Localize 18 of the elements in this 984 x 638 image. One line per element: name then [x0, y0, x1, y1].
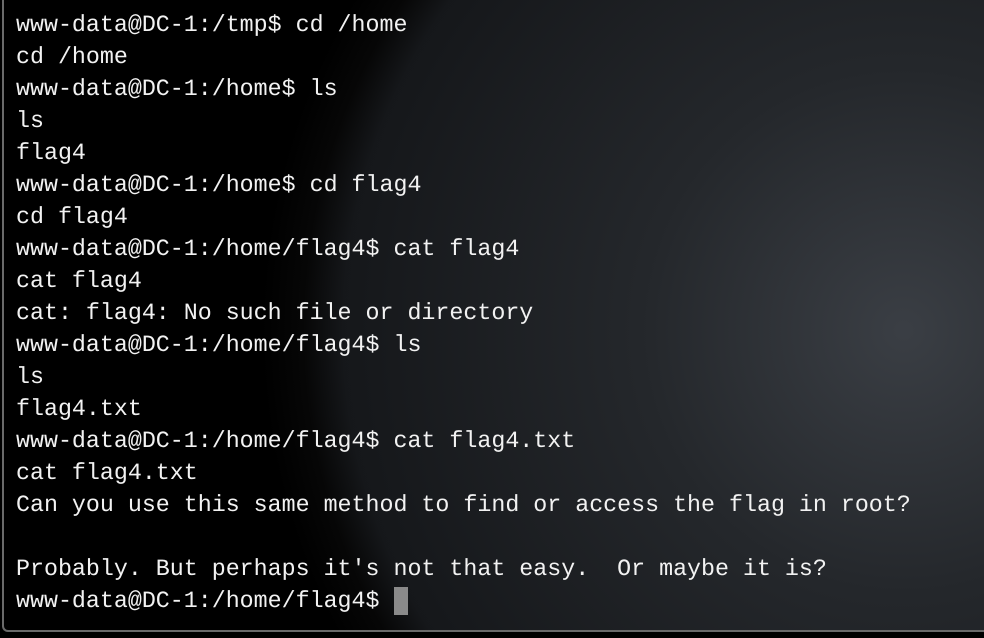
terminal-line: cd flag4 — [16, 203, 128, 232]
terminal-line: cat flag4.txt — [16, 459, 198, 488]
terminal-line: flag4 — [16, 139, 86, 168]
terminal-line: www-data@DC-1:/home$ cd flag4 — [16, 171, 422, 200]
terminal-line: www-data@DC-1:/home/flag4$ ls — [16, 331, 422, 360]
terminal-line: ls — [16, 107, 44, 136]
terminal-line: www-data@DC-1:/home/flag4$ cat flag4.txt — [16, 427, 576, 456]
terminal-line: cd /home — [16, 43, 128, 72]
terminal-line: Can you use this same method to find or access the flag in root? — [16, 491, 911, 520]
terminal-line: www-data@DC-1:/home/flag4$ cat flag4 — [16, 235, 520, 264]
terminal-line: flag4.txt — [16, 395, 142, 424]
terminal-line: www-data@DC-1:/tmp$ cd /home — [16, 11, 408, 40]
terminal-line: cat: flag4: No such file or directory — [16, 299, 534, 328]
terminal-line: www-data@DC-1:/home/flag4$ — [16, 587, 380, 616]
terminal-line: www-data@DC-1:/home$ ls — [16, 75, 338, 104]
terminal-line: ls — [16, 363, 44, 392]
terminal-line: Probably. But perhaps it's not that easy. Or maybe it is? — [16, 555, 827, 584]
terminal-line: cat flag4 — [16, 267, 142, 296]
